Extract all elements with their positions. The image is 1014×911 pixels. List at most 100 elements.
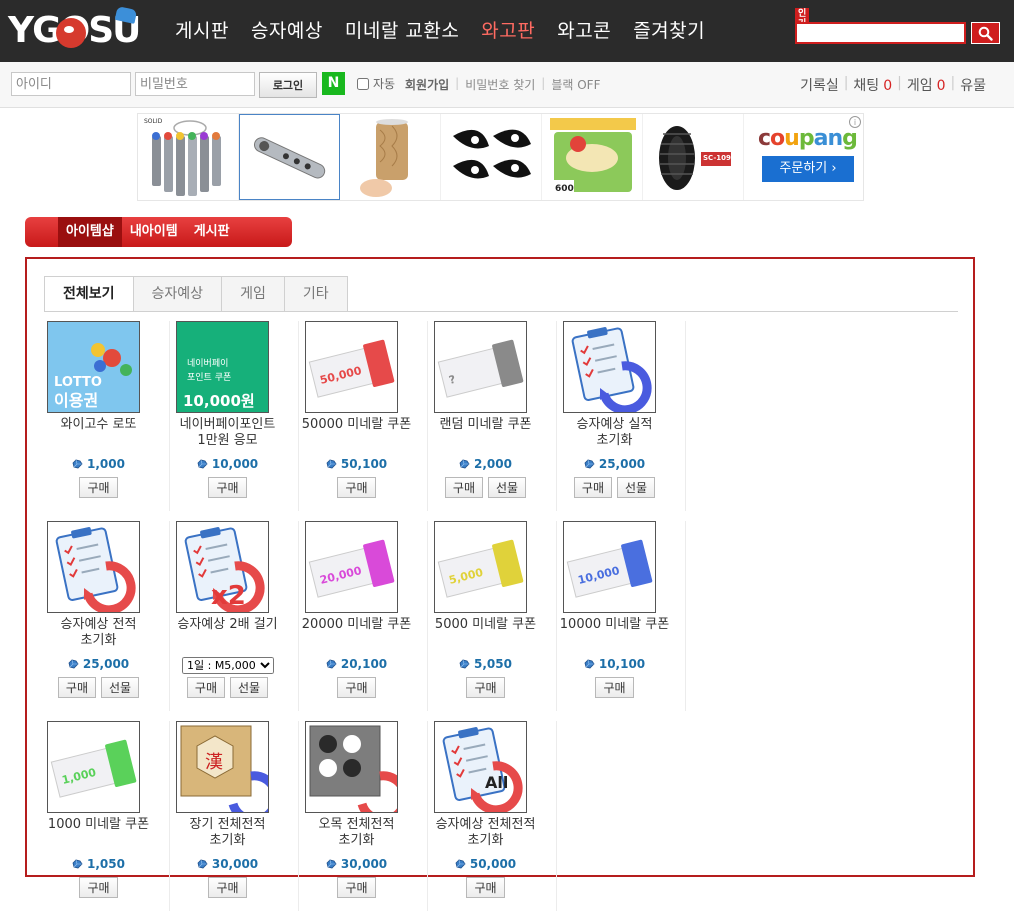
ad-info-icon[interactable]: i [849, 116, 861, 128]
item-name[interactable]: 1000 미네랄 쿠폰 [41, 817, 156, 833]
ad-item-tumbler[interactable] [340, 114, 441, 200]
auto-login[interactable]: 자동 [357, 75, 395, 92]
item-thumbnail[interactable]: LOTTO 이용권 [47, 321, 140, 413]
shop-item-card: 승자예상 전적 초기화 25,000 구매 선물 [41, 521, 170, 711]
coupang-order-button[interactable]: 주문하기 › [762, 156, 854, 182]
subtab-2[interactable]: 게시판 [186, 217, 238, 247]
ad-item-tire[interactable]: SC-109 [643, 114, 744, 200]
shop-item-card: All 승자예상 전체전적 초기화 50,000 구매 [428, 721, 557, 911]
login-button[interactable]: 로그인 [259, 72, 317, 98]
password-input[interactable] [135, 72, 255, 96]
gift-button[interactable]: 선물 [488, 477, 527, 498]
item-buttons: 구매 [170, 477, 285, 498]
item-name[interactable]: 와이고수 로또 [41, 417, 156, 433]
item-name[interactable]: 승자예상 실적 초기화 [557, 417, 672, 449]
shop-item-card: 네이버페이 포인트 쿠폰 10,000원네이버페이포인트 1만원 응모 10,00… [170, 321, 299, 511]
item-price-value: 10,000 [211, 457, 259, 471]
ad-item-ratchet[interactable] [239, 114, 340, 200]
item-thumbnail[interactable]: ? [434, 321, 527, 413]
gift-button[interactable]: 선물 [617, 477, 656, 498]
user-link-2[interactable]: 게임 0 [907, 75, 946, 95]
item-buttons: 구매 선물 [557, 477, 672, 498]
search-button[interactable] [971, 22, 1000, 44]
subtab-1[interactable]: 내아이템 [122, 217, 186, 247]
buy-button[interactable]: 구매 [444, 477, 483, 498]
gift-button[interactable]: 선물 [101, 677, 140, 698]
user-link-1[interactable]: 채팅 0 [853, 75, 892, 95]
user-link-0[interactable]: 기록실 [800, 75, 839, 95]
item-thumbnail[interactable]: All [434, 721, 527, 813]
user-link-3[interactable]: 유물 [960, 75, 986, 95]
buy-button[interactable]: 구매 [79, 877, 118, 898]
category-tab-1[interactable]: 승자예상 [132, 276, 223, 311]
item-thumbnail[interactable]: 5,000 [434, 521, 527, 613]
nav-item-3[interactable]: 와고판 [470, 0, 546, 62]
buy-button[interactable]: 구매 [595, 677, 634, 698]
item-thumbnail[interactable]: 1,000 [47, 721, 140, 813]
category-tabs: 전체보기 승자예상 게임 기타 [44, 276, 348, 311]
link-separator: | [455, 76, 460, 90]
buy-button[interactable]: 구매 [337, 477, 376, 498]
item-name[interactable]: 오목 전체전적 초기화 [299, 817, 414, 849]
item-name[interactable]: 승자예상 전체전적 초기화 [428, 817, 543, 849]
buy-button[interactable]: 구매 [57, 677, 96, 698]
item-thumbnail-image: 1,000 [48, 722, 139, 812]
subtab-0[interactable]: 아이템샵 [58, 217, 122, 247]
item-thumbnail[interactable] [563, 321, 656, 413]
item-name[interactable]: 승자예상 2배 걸기 [170, 617, 285, 633]
item-name[interactable]: 네이버페이포인트 1만원 응모 [170, 417, 285, 449]
item-name[interactable]: 승자예상 전적 초기화 [41, 617, 156, 649]
item-buttons: 구매 선물 [41, 677, 156, 698]
item-thumbnail[interactable]: 20,000 [305, 521, 398, 613]
shop-item-card: 50,000 50000 미네랄 쿠폰 50,100 구매 [299, 321, 428, 511]
thumb-text: 이용권 [54, 391, 98, 410]
login-link-2[interactable]: 블랙 OFF [551, 76, 600, 93]
ad-item-key-tools[interactable]: SOLID [138, 114, 239, 200]
id-input[interactable] [11, 72, 131, 96]
buy-button[interactable]: 구매 [186, 677, 225, 698]
naver-login-button[interactable]: N [322, 72, 345, 95]
item-name[interactable]: 5000 미네랄 쿠폰 [428, 617, 543, 633]
item-thumbnail[interactable]: 漢 [176, 721, 269, 813]
nav-item-1[interactable]: 승자예상 [240, 0, 334, 62]
search-input[interactable] [795, 22, 966, 44]
buy-button[interactable]: 구매 [337, 877, 376, 898]
item-thumbnail[interactable] [47, 521, 140, 613]
buy-button[interactable]: 구매 [573, 477, 612, 498]
nav-item-0[interactable]: 게시판 [164, 0, 240, 62]
site-logo[interactable]: YGOSU [8, 6, 141, 54]
item-name[interactable]: 50000 미네랄 쿠폰 [299, 417, 414, 433]
thumb-text: x2 [211, 581, 246, 611]
buy-button[interactable]: 구매 [466, 677, 505, 698]
nav-item-4[interactable]: 와고콘 [546, 0, 622, 62]
item-thumbnail[interactable] [305, 721, 398, 813]
buy-button[interactable]: 구매 [466, 877, 505, 898]
item-name[interactable]: 20000 미네랄 쿠폰 [299, 617, 414, 633]
buy-button[interactable]: 구매 [79, 477, 118, 498]
gift-button[interactable]: 선물 [230, 677, 269, 698]
duration-select[interactable]: 1일 : M5,000 [182, 657, 274, 674]
category-tab-3[interactable]: 기타 [283, 276, 348, 311]
buy-button[interactable]: 구매 [337, 677, 376, 698]
category-tab-2[interactable]: 게임 [221, 276, 285, 311]
category-tab-0[interactable]: 전체보기 [44, 276, 134, 311]
item-thumbnail[interactable]: 50,000 [305, 321, 398, 413]
item-thumbnail[interactable]: x2 [176, 521, 269, 613]
nav-item-2[interactable]: 미네랄 교환소 [334, 0, 470, 62]
item-name[interactable]: 장기 전체전적 초기화 [170, 817, 285, 849]
login-link-1[interactable]: 비밀번호 찾기 [465, 76, 535, 93]
ad-item-eyes-sticker[interactable] [441, 114, 542, 200]
item-buttons: 구매 [299, 677, 414, 698]
ad-item-snack-bread[interactable]: 600 [542, 114, 643, 200]
item-thumbnail[interactable]: 네이버페이 포인트 쿠폰 10,000원 [176, 321, 269, 413]
nav-item-5[interactable]: 즐겨찾기 [622, 0, 716, 62]
item-buttons: 구매 [41, 477, 156, 498]
buy-button[interactable]: 구매 [208, 477, 247, 498]
item-name[interactable]: 랜덤 미네랄 쿠폰 [428, 417, 543, 433]
item-thumbnail[interactable]: 10,000 [563, 521, 656, 613]
ad-coupang[interactable]: coupang 주문하기 › i [744, 114, 863, 200]
login-link-0[interactable]: 회원가입 [405, 76, 449, 93]
item-name[interactable]: 10000 미네랄 쿠폰 [557, 617, 672, 633]
buy-button[interactable]: 구매 [208, 877, 247, 898]
auto-login-checkbox[interactable] [357, 77, 369, 90]
